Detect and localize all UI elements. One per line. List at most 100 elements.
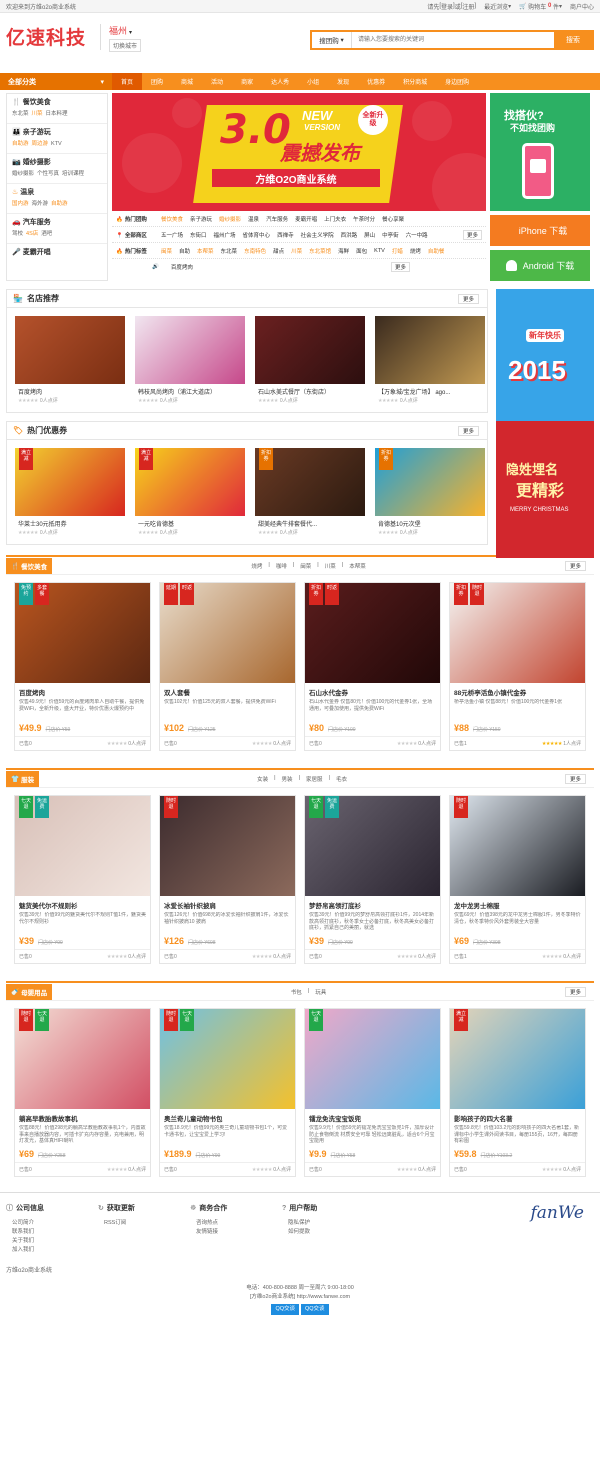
footer-link[interactable]: 联系我们: [12, 1228, 98, 1237]
subcategory-link[interactable]: 东北菜: [12, 111, 29, 117]
footer-link[interactable]: 咨询热点: [196, 1219, 282, 1228]
footer-link[interactable]: 加入我们: [12, 1246, 98, 1255]
shops-name[interactable]: 百度烤肉: [15, 384, 125, 397]
tag-link[interactable]: 闽菜: [161, 247, 172, 255]
deal-card[interactable]: 免预约 多套餐 百度烤肉 仅售49.9元！价值59元的百度烤肉单人自助午餐，提供免费W…: [14, 582, 151, 751]
deal-card[interactable]: 随时退 龙中龙男士棉服 仅售69元！价值398元的龙中龙男士棉服1件，男冬季特价清仓…: [449, 795, 586, 964]
coupons-image[interactable]: 满立减: [15, 448, 125, 516]
coupons-card[interactable]: 满立减 华莱士30元抵用券 ★★★★★ 0人点评: [15, 448, 125, 536]
deal-image[interactable]: 七天退 免运费: [15, 796, 150, 896]
login-link[interactable]: 登录: [441, 2, 453, 11]
coupons-card[interactable]: 折扣券 甜美经典牛排套餐代... ★★★★★ 0人点评: [255, 448, 365, 536]
deal-image[interactable]: 满立减: [450, 1009, 585, 1109]
tag-row-more-button[interactable]: 更多: [462, 229, 482, 240]
shops-card[interactable]: 韩枝风尚烤肉（浦江大道店） ★★★★★ 0人点评: [135, 316, 245, 404]
deal-card[interactable]: 折扣券 时返 石山水代金券 石山水代金券 仅售80元！价值100元的代金券1张，全场通…: [304, 582, 441, 751]
shops-card[interactable]: 百度烤肉 ★★★★★ 0人点评: [15, 316, 125, 404]
deal-card[interactable]: 随时退 七天退 躺高早教胎教故事机 仅售88元！价值298元的躺高早教胎教故事机1个，…: [14, 1008, 151, 1177]
tag-link[interactable]: 麦霸开唱: [295, 215, 317, 223]
coupons-image[interactable]: 折扣券: [255, 448, 365, 516]
deal-image[interactable]: 七天退 免运费: [305, 796, 440, 896]
food-filter-link[interactable]: 川菜: [325, 562, 336, 570]
tag-link[interactable]: 烧烤: [410, 247, 421, 255]
footer-link[interactable]: RSS订阅: [104, 1219, 190, 1228]
deal-card[interactable]: 随时退 七天退 奥兰奇儿童动物书包 仅售18.9元！价值99元的奥兰奇儿童动物书包1个…: [159, 1008, 296, 1177]
deal-card[interactable]: 折扣券 随时退 88元桥亭活鱼小镇代金券 桥亭活鱼小镇 仅售88元！价值100元的代金…: [449, 582, 586, 751]
promo-banner[interactable]: 找搭伙? 不如找团购: [490, 93, 590, 211]
city-selector[interactable]: 福州 ▾ 切换城市: [100, 23, 142, 52]
deal-image[interactable]: 七天退: [305, 1009, 440, 1109]
deal-title[interactable]: 百度烤肉: [15, 683, 150, 699]
search-category-select[interactable]: 搜团购 ▾: [312, 32, 352, 48]
deal-image[interactable]: 延期 时返: [160, 583, 295, 683]
nav-item[interactable]: 团购: [142, 73, 172, 90]
coupons-name[interactable]: 肯德基10元次堡: [375, 516, 485, 529]
deal-card[interactable]: 延期 时返 双人套餐 仅售102元！价值125元的双人套餐，提供免费WiFi ¥102 门…: [159, 582, 296, 751]
register-link[interactable]: 注册: [462, 2, 474, 11]
tag-link[interactable]: 西禅寺: [277, 231, 294, 239]
tag-link[interactable]: 福州广场: [214, 231, 236, 239]
tag-link[interactable]: 屏山: [364, 231, 375, 239]
tag-link[interactable]: 东北菜: [221, 247, 238, 255]
shops-card[interactable]: 石山水美式餐厅（东街店） ★★★★★ 0人点评: [255, 316, 365, 404]
nav-item[interactable]: 首页: [112, 73, 143, 90]
coupons-name[interactable]: 一元吃肯德基: [135, 516, 245, 529]
coupons-image[interactable]: 满立减: [135, 448, 245, 516]
nav-item[interactable]: 活动: [202, 73, 232, 90]
food-filter-link[interactable]: 闽菜: [300, 562, 311, 570]
subcategory-link[interactable]: 个性写真: [37, 171, 59, 177]
site-link[interactable]: [方维o2o商业系统] http://www.fanwe.com: [0, 1293, 600, 1302]
coupons-card[interactable]: 满立减 一元吃肯德基 ★★★★★ 0人点评: [135, 448, 245, 536]
shops-name[interactable]: 石山水美式餐厅（东街店）: [255, 384, 365, 397]
tag-link[interactable]: 面包: [356, 247, 367, 255]
new-year-poster[interactable]: 新年快乐 2015: [496, 289, 594, 422]
qq-chat-button-1[interactable]: QQ交谈: [271, 1304, 299, 1315]
shops-image[interactable]: [135, 316, 245, 384]
tag-link[interactable]: 东南特色: [244, 247, 266, 255]
shops-name[interactable]: 【万象城/宝龙广场】 ago...: [375, 384, 485, 397]
sidebar-category[interactable]: 🍴 餐饮美食 东北菜 川菜 日本料理: [7, 94, 107, 124]
deal-card[interactable]: 随时退 冰爱长袖针织披肩 仅售126元！价值698元的冰爱长袖针织披肩1件，冰爱长袖…: [159, 795, 296, 964]
cart-link[interactable]: 🛒 购物车 0 件 ▾: [519, 2, 562, 11]
deal-title[interactable]: 躺高早教胎教故事机: [15, 1109, 150, 1125]
subcategory-link[interactable]: 国内游: [12, 201, 29, 207]
tag-link[interactable]: 本帮菜: [197, 247, 214, 255]
deal-image[interactable]: 折扣券 随时退: [450, 583, 585, 683]
merchant-link[interactable]: 商户中心: [570, 2, 594, 11]
subcategory-link[interactable]: 驾校: [12, 231, 23, 237]
all-categories-button[interactable]: 全部分类 ▾: [0, 73, 112, 90]
deal-image[interactable]: 随时退 七天退: [160, 1009, 295, 1109]
footer-link[interactable]: 关于我们: [12, 1237, 98, 1246]
subcategory-link[interactable]: 自助游: [12, 141, 29, 147]
shops-image[interactable]: [255, 316, 365, 384]
recent-dropdown[interactable]: 最近浏览 ▾: [484, 2, 511, 11]
subcategory-link[interactable]: 培训课程: [62, 171, 84, 177]
christmas-poster[interactable]: 隐姓埋名 更精彩 MERRY CHRISTMAS: [496, 421, 594, 558]
site-logo[interactable]: 亿速科技: [6, 23, 96, 50]
notice-text[interactable]: 百度烤肉: [171, 263, 193, 271]
tag-link[interactable]: 六一中路: [406, 231, 428, 239]
shops-image[interactable]: [375, 316, 485, 384]
tag-link[interactable]: 餐心享聚: [382, 215, 404, 223]
deal-title[interactable]: 冰爱长袖针织披肩: [160, 896, 295, 912]
deal-card[interactable]: 七天退 免运费 梦舒帛高领打底衫 仅售39元！价值99元的梦舒帛高领打底衫1件，201…: [304, 795, 441, 964]
shops-card[interactable]: 【万象城/宝龙广场】 ago... ★★★★★ 0人点评: [375, 316, 485, 404]
cloth-filter-link[interactable]: 家居服: [306, 775, 323, 783]
sidebar-category[interactable]: 👪 亲子游玩 自助游 周边游 KTV: [7, 124, 107, 154]
sidebar-category[interactable]: 📷 婚纱摄影 婚纱摄影 个性写真 培训课程: [7, 154, 107, 184]
deal-title[interactable]: 魅货美代尔不规则衫: [15, 896, 150, 912]
deal-card[interactable]: 七天退 免运费 魅货美代尔不规则衫 仅售39元！价值99元的魅货美代尔不规则T恤1件，…: [14, 795, 151, 964]
subcategory-link[interactable]: KTV: [51, 141, 62, 147]
sidebar-category[interactable]: ♨ 温泉 国内游 海外游 自助游: [7, 184, 107, 214]
cloth-filter-link[interactable]: 毛衣: [336, 775, 347, 783]
food-filter-link[interactable]: 烧烤: [251, 562, 262, 570]
coupons-more-button[interactable]: 更多: [457, 425, 479, 436]
nav-item[interactable]: 发现: [328, 73, 358, 90]
deal-title[interactable]: 双人套餐: [160, 683, 295, 699]
android-download-button[interactable]: Android 下载: [490, 250, 590, 281]
coupons-name[interactable]: 甜美经典牛排套餐代...: [255, 516, 365, 529]
qq-chat-button-2[interactable]: QQ交谈: [301, 1304, 329, 1315]
deal-image[interactable]: 随时退: [450, 796, 585, 896]
food-more-button[interactable]: 更多: [564, 560, 586, 571]
notice-more-button[interactable]: 更多: [390, 262, 410, 272]
